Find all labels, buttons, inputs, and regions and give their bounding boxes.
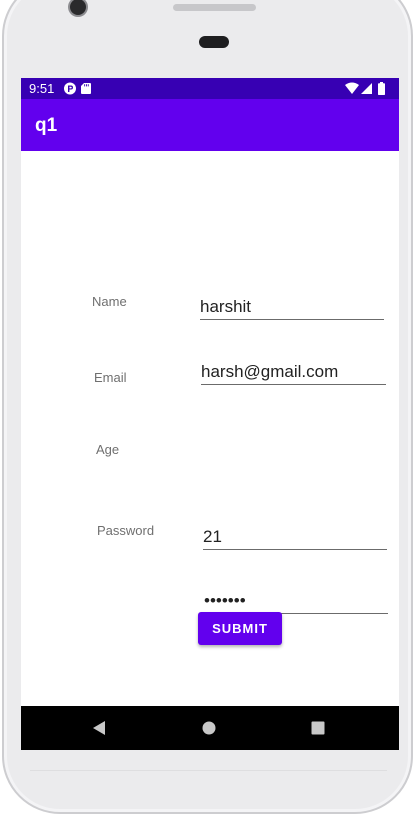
status-time: 9:51 [29, 81, 55, 96]
back-icon [93, 721, 105, 735]
top-speaker-grille [173, 4, 256, 11]
form-content: Name Email Age Password SUBMIT [21, 151, 399, 706]
p-badge-icon [64, 82, 76, 95]
battery-icon [378, 82, 385, 95]
recents-button[interactable] [308, 718, 328, 738]
email-field[interactable] [201, 359, 386, 385]
phone-frame: 9:51 q1 Name harshit Email harsh@gmail.c… [0, 0, 417, 819]
navigation-bar [21, 706, 399, 750]
submit-button[interactable]: SUBMIT [198, 612, 282, 645]
sd-card-icon [81, 83, 91, 94]
phone-chin [30, 770, 387, 771]
name-label: Name [92, 294, 127, 309]
device-screen: 9:51 q1 Name harshit Email harsh@gmail.c… [21, 78, 399, 750]
back-button[interactable] [89, 718, 109, 738]
front-camera [70, 0, 86, 15]
earpiece-slot [199, 36, 229, 48]
password-label: Password [97, 523, 155, 538]
password-field[interactable] [204, 588, 388, 614]
home-icon [202, 721, 216, 735]
age-label: Age [96, 442, 120, 457]
email-label: Email [94, 370, 127, 385]
name-field[interactable] [200, 294, 384, 320]
signal-icon [361, 83, 372, 94]
recents-icon [311, 721, 325, 735]
status-notification-icons [63, 81, 95, 96]
age-field[interactable] [203, 524, 387, 550]
status-system-icons [345, 82, 389, 95]
app-bar: q1 [21, 99, 399, 151]
home-button[interactable] [199, 718, 219, 738]
app-title: q1 [35, 115, 58, 136]
wifi-icon [345, 82, 359, 94]
status-bar: 9:51 [21, 78, 399, 99]
